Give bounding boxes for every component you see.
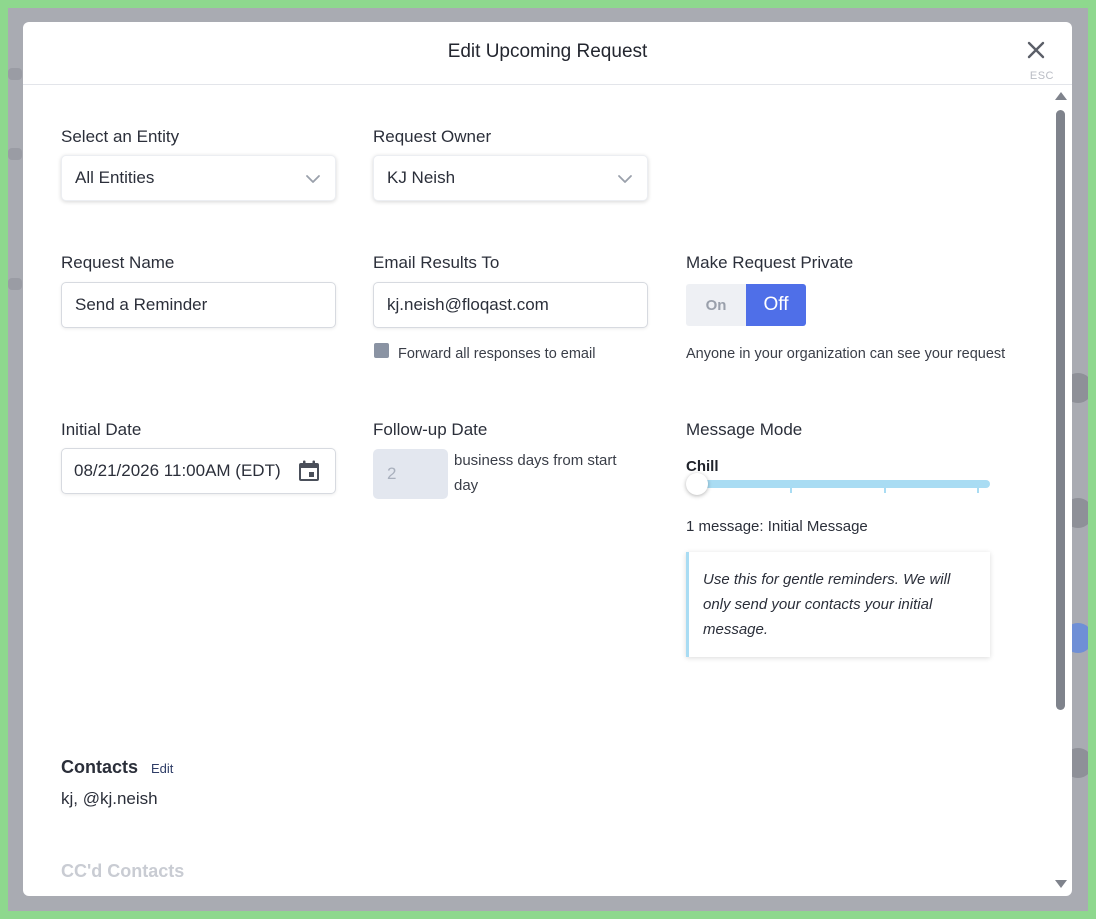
calendar-icon[interactable] bbox=[297, 459, 321, 483]
cc-contacts-title: CC'd Contacts bbox=[61, 861, 185, 881]
scroll-up-icon[interactable] bbox=[1055, 92, 1067, 100]
message-mode-level-name: Chill bbox=[686, 458, 719, 475]
modal-title: Edit Upcoming Request bbox=[447, 41, 648, 62]
followup-label: Follow-up Date bbox=[373, 420, 488, 439]
private-label: Make Request Private bbox=[686, 253, 854, 272]
close-button[interactable] bbox=[1022, 36, 1050, 64]
request-name-value: Send a Reminder bbox=[75, 295, 208, 314]
background-hint bbox=[8, 68, 22, 80]
owner-label: Request Owner bbox=[373, 127, 492, 146]
followup-days-placeholder: 2 bbox=[387, 464, 397, 483]
slider-tick bbox=[977, 486, 979, 493]
entity-select[interactable]: All Entities bbox=[61, 155, 336, 201]
slider-tick bbox=[884, 486, 886, 493]
contacts-edit-link[interactable]: Edit bbox=[151, 761, 173, 776]
forward-responses-label: Forward all responses to email bbox=[398, 346, 596, 362]
private-description: Anyone in your organization can see your… bbox=[686, 346, 1006, 362]
slider-thumb[interactable] bbox=[686, 473, 708, 495]
background-hint bbox=[8, 148, 22, 160]
request-name-input[interactable]: Send a Reminder bbox=[61, 282, 336, 328]
owner-select[interactable]: KJ Neish bbox=[373, 155, 648, 201]
scroll-down-icon[interactable] bbox=[1055, 880, 1067, 888]
contacts-value: kj, @kj.neish bbox=[61, 789, 158, 808]
background-hint bbox=[8, 278, 22, 290]
request-name-label: Request Name bbox=[61, 253, 175, 272]
email-results-label: Email Results To bbox=[373, 253, 500, 272]
initial-date-value: 08/21/2026 11:00AM (EDT) bbox=[74, 461, 281, 480]
message-mode-label: Message Mode bbox=[686, 420, 803, 439]
followup-suffix: business days from start day bbox=[454, 452, 617, 494]
contacts-title: Contacts bbox=[61, 757, 139, 777]
private-toggle[interactable]: On Off bbox=[686, 284, 806, 326]
chevron-down-icon bbox=[618, 175, 632, 183]
owner-value: KJ Neish bbox=[387, 168, 456, 187]
edit-request-modal: Edit Upcoming Request ESC Select an Enti… bbox=[23, 22, 1072, 896]
scroll-thumb[interactable] bbox=[1056, 110, 1065, 710]
chevron-down-icon bbox=[306, 175, 320, 183]
scrollbar[interactable] bbox=[1054, 90, 1068, 890]
esc-hint: ESC bbox=[1029, 70, 1054, 82]
followup-days-input[interactable]: 2 bbox=[373, 449, 448, 499]
message-count: 1 message: Initial Message bbox=[686, 518, 868, 535]
message-mode-description: Use this for gentle reminders. We will o… bbox=[686, 552, 990, 657]
slider-track[interactable] bbox=[688, 480, 990, 488]
email-results-input[interactable]: kj.neish@floqast.com bbox=[373, 282, 648, 328]
private-toggle-on[interactable]: On bbox=[686, 284, 746, 326]
modal-header: Edit Upcoming Request ESC bbox=[23, 22, 1072, 85]
initial-date-input[interactable]: 08/21/2026 11:00AM (EDT) bbox=[61, 448, 336, 494]
slider-tick bbox=[790, 486, 792, 493]
forward-responses-checkbox[interactable] bbox=[374, 343, 389, 358]
entity-value: All Entities bbox=[75, 168, 155, 187]
close-icon bbox=[1027, 41, 1045, 59]
entity-label: Select an Entity bbox=[61, 127, 180, 146]
initial-date-label: Initial Date bbox=[61, 420, 142, 439]
private-toggle-off[interactable]: Off bbox=[746, 284, 806, 326]
email-results-value: kj.neish@floqast.com bbox=[387, 295, 549, 314]
